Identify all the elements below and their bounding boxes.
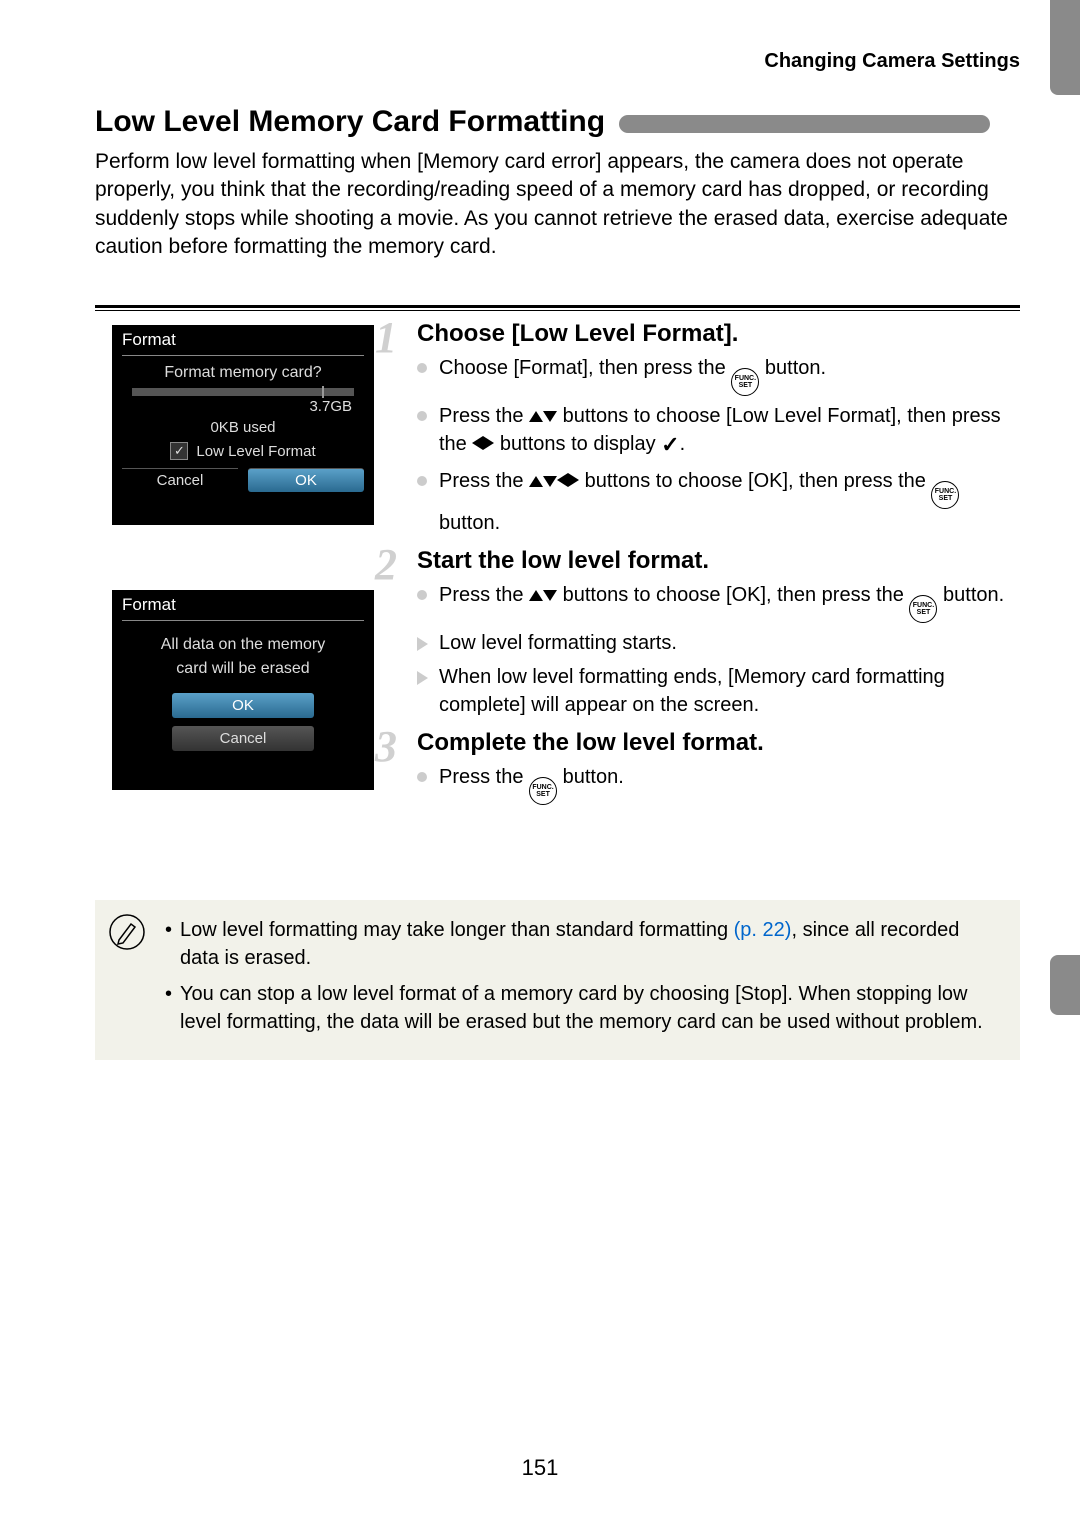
step: 3Complete the low level format.Press the… xyxy=(395,729,1020,805)
step-text: Press the buttons to choose [Low Level F… xyxy=(439,402,1020,461)
note-text: You can stop a low level format of a mem… xyxy=(180,980,1002,1036)
round-bullet-icon xyxy=(417,772,427,782)
step-line: Choose [Format], then press the FUNC.SET… xyxy=(417,354,1020,396)
step-title: Complete the low level format. xyxy=(417,729,1020,757)
round-bullet-icon xyxy=(417,363,427,373)
cam2-msg-line2: card will be erased xyxy=(176,660,309,677)
down-arrow-icon xyxy=(543,590,557,601)
section-title: Low Level Memory Card Formatting xyxy=(95,105,605,139)
step-line: Press the FUNC.SET button. xyxy=(417,763,1020,805)
note-box: •Low level formatting may take longer th… xyxy=(95,900,1020,1060)
cam1-low-level-row: ✓ Low Level Format xyxy=(134,442,352,460)
cam1-size: 3.7GB xyxy=(112,398,352,415)
cam1-title: Format xyxy=(112,325,374,353)
step-body: Press the buttons to choose [OK], then p… xyxy=(417,581,1020,719)
step-text: Low level formatting starts. xyxy=(439,629,1020,657)
step-body: Choose [Format], then press the FUNC.SET… xyxy=(417,354,1020,537)
step-text: When low level formatting ends, [Memory … xyxy=(439,663,1020,719)
cam1-check-icon: ✓ xyxy=(170,442,188,460)
section-title-row: Low Level Memory Card Formatting xyxy=(95,105,990,139)
right-arrow-icon xyxy=(483,436,494,450)
cam1-option-label: Low Level Format xyxy=(196,443,315,460)
down-arrow-icon xyxy=(543,411,557,422)
cam1-used: 0KB used xyxy=(112,419,374,436)
cam1-button-row: Cancel OK xyxy=(122,468,364,492)
cam2-title: Format xyxy=(112,590,374,618)
step-number: 1 xyxy=(375,312,397,363)
cam1-bar-row xyxy=(132,388,354,396)
step-text: Press the buttons to choose [OK], then p… xyxy=(439,467,1020,537)
cam2-message: All data on the memory card will be eras… xyxy=(112,633,374,681)
cam1-divider xyxy=(122,355,364,356)
cam2-cancel-button: Cancel xyxy=(172,726,314,751)
up-arrow-icon xyxy=(529,476,543,487)
note-item: •Low level formatting may take longer th… xyxy=(165,916,1002,972)
note-bullet: • xyxy=(165,980,172,1036)
step-line: Press the buttons to choose [Low Level F… xyxy=(417,402,1020,461)
cam1-ok-button: OK xyxy=(248,468,364,492)
page-reference-link[interactable]: (p. 22) xyxy=(734,919,792,941)
func-set-icon: FUNC.SET xyxy=(529,777,557,805)
step-text: Press the buttons to choose [OK], then p… xyxy=(439,581,1020,623)
camera-screenshot-confirm: Format All data on the memory card will … xyxy=(112,590,374,790)
pencil-note-icon xyxy=(109,914,145,950)
cam2-msg-line1: All data on the memory xyxy=(161,636,326,653)
check-icon: ✓ xyxy=(661,430,679,461)
cam1-question: Format memory card? xyxy=(112,364,374,382)
step-line: When low level formatting ends, [Memory … xyxy=(417,663,1020,719)
steps-container: 1Choose [Low Level Format].Choose [Forma… xyxy=(395,320,1020,815)
cam2-divider xyxy=(122,620,364,621)
step-title: Choose [Low Level Format]. xyxy=(417,320,1020,348)
triangle-bullet-icon xyxy=(417,671,428,685)
cam1-cancel-button: Cancel xyxy=(122,468,238,492)
down-arrow-icon xyxy=(543,476,557,487)
round-bullet-icon xyxy=(417,476,427,486)
triangle-bullet-icon xyxy=(417,637,428,651)
cam1-progress-bar xyxy=(132,388,354,396)
side-tab-top xyxy=(1050,0,1080,95)
step-body: Press the FUNC.SET button. xyxy=(417,763,1020,805)
step: 2Start the low level format.Press the bu… xyxy=(395,547,1020,719)
cam2-ok-button: OK xyxy=(172,693,314,718)
func-set-icon: FUNC.SET xyxy=(909,595,937,623)
page-number: 151 xyxy=(0,1455,1080,1481)
step-text: Choose [Format], then press the FUNC.SET… xyxy=(439,354,1020,396)
up-arrow-icon xyxy=(529,590,543,601)
step-line: Low level formatting starts. xyxy=(417,629,1020,657)
step-title: Start the low level format. xyxy=(417,547,1020,575)
camera-screenshot-format: Format Format memory card? 3.7GB 0KB use… xyxy=(112,325,374,525)
note-text: Low level formatting may take longer tha… xyxy=(180,916,1002,972)
side-tab-mid xyxy=(1050,955,1080,1015)
step-text: Press the FUNC.SET button. xyxy=(439,763,1020,805)
left-arrow-icon xyxy=(557,473,568,487)
func-set-icon: FUNC.SET xyxy=(731,368,759,396)
header-label: Changing Camera Settings xyxy=(764,50,1020,73)
round-bullet-icon xyxy=(417,590,427,600)
left-arrow-icon xyxy=(472,436,483,450)
intro-text: Perform low level formatting when [Memor… xyxy=(95,148,1020,261)
note-bullet: • xyxy=(165,916,172,972)
step-line: Press the buttons to choose [OK], then p… xyxy=(417,581,1020,623)
step-number: 2 xyxy=(375,539,397,590)
right-arrow-icon xyxy=(568,473,579,487)
up-arrow-icon xyxy=(529,411,543,422)
round-bullet-icon xyxy=(417,411,427,421)
divider xyxy=(95,305,1020,311)
note-item: •You can stop a low level format of a me… xyxy=(165,980,1002,1036)
func-set-icon: FUNC.SET xyxy=(931,481,959,509)
step-line: Press the buttons to choose [OK], then p… xyxy=(417,467,1020,537)
step-number: 3 xyxy=(375,721,397,772)
section-title-bar xyxy=(619,115,990,133)
step: 1Choose [Low Level Format].Choose [Forma… xyxy=(395,320,1020,537)
